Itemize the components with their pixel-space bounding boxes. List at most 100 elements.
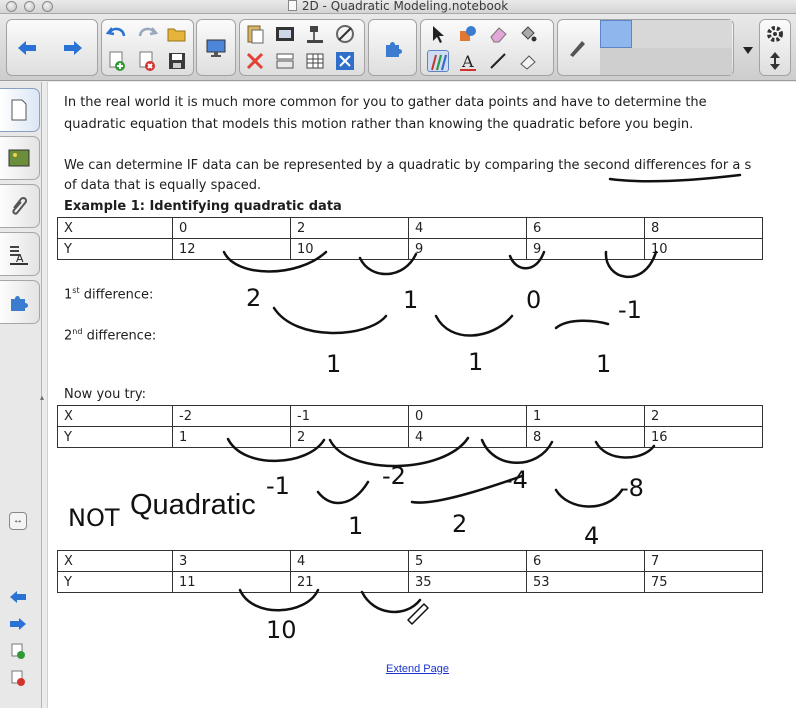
back-arrow-icon[interactable] — [16, 37, 38, 59]
pens-icon[interactable] — [427, 50, 449, 72]
style-swatches[interactable] — [632, 20, 732, 48]
page-sorter-tab[interactable] — [0, 88, 40, 132]
now-you-try-label: Now you try: — [64, 387, 147, 402]
magic-eraser-icon[interactable] — [517, 50, 539, 72]
document-icon — [287, 0, 297, 11]
attachments-tab[interactable] — [0, 184, 40, 228]
handwritten-value: 1 — [403, 286, 418, 314]
table-cell[interactable]: 6 — [526, 217, 645, 239]
document-camera-icon[interactable] — [304, 23, 326, 45]
extend-page-link[interactable]: Extend Page — [386, 663, 449, 675]
table-cell[interactable]: 35 — [408, 571, 527, 593]
addon-tab[interactable] — [0, 280, 40, 324]
screen-capture-icon[interactable] — [274, 23, 296, 45]
gallery-icon — [8, 149, 30, 167]
screen-shade-icon[interactable] — [205, 37, 227, 59]
table-cell[interactable]: 75 — [644, 571, 763, 593]
next-page-icon[interactable] — [9, 615, 27, 633]
table-cell[interactable]: -2 — [172, 405, 291, 427]
table-cell[interactable]: 1 — [172, 426, 291, 448]
table-cell[interactable]: X — [57, 217, 173, 239]
table-cell[interactable]: 10 — [644, 238, 763, 260]
table-row-x: X02468 — [57, 217, 763, 239]
table-cell[interactable]: 2 — [644, 405, 763, 427]
table-cell[interactable]: 8 — [644, 217, 763, 239]
table-cell[interactable]: X — [57, 550, 173, 572]
style-swatch-selected[interactable] — [600, 20, 632, 48]
paste-icon[interactable] — [244, 23, 266, 45]
line-icon[interactable] — [487, 50, 509, 72]
text-icon[interactable]: A — [457, 50, 479, 72]
table-cell[interactable]: 10 — [290, 238, 409, 260]
handwritten-value: 1 — [348, 512, 363, 540]
table-cell[interactable]: 9 — [526, 238, 645, 260]
table-cell[interactable]: Y — [57, 238, 173, 260]
table-practice-1[interactable]: X -2 -1 0 1 2 Y 1 2 4 8 16 — [57, 405, 763, 448]
table-cell[interactable]: Y — [57, 571, 173, 593]
table-cell[interactable]: 11 — [172, 571, 291, 593]
table-cell[interactable]: -1 — [290, 405, 409, 427]
table-cell[interactable]: 1 — [526, 405, 645, 427]
table-icon[interactable] — [304, 50, 326, 72]
previous-page-icon[interactable] — [9, 588, 27, 606]
pen-properties-icon[interactable] — [566, 37, 588, 59]
addon-group — [368, 19, 417, 76]
table-cell[interactable]: 21 — [290, 571, 409, 593]
eraser-icon[interactable] — [487, 23, 509, 45]
table-cell[interactable]: 53 — [526, 571, 645, 593]
table-cell[interactable]: 9 — [408, 238, 527, 260]
auto-hide-toggle[interactable]: ↔ — [9, 512, 27, 530]
t3-diff-arc-1 — [238, 588, 320, 612]
table-cell[interactable]: 4 — [408, 426, 527, 448]
delete-icon[interactable] — [244, 50, 266, 72]
table-cell[interactable]: 8 — [526, 426, 645, 448]
table-cell[interactable]: 6 — [526, 550, 645, 572]
add-page-icon[interactable] — [9, 642, 27, 660]
undo-icon[interactable] — [106, 23, 128, 45]
add-page-icon[interactable] — [106, 50, 128, 72]
table-cell[interactable]: 7 — [644, 550, 763, 572]
collapse-arrow-icon[interactable]: ▴ — [40, 393, 44, 402]
table-cell[interactable]: 4 — [290, 550, 409, 572]
table-cell[interactable]: X — [57, 405, 173, 427]
dropdown-icon[interactable] — [737, 39, 753, 61]
shapes-icon[interactable] — [457, 23, 479, 45]
table-cell[interactable]: 2 — [290, 217, 409, 239]
settings-gear-icon[interactable] — [764, 23, 786, 45]
t1-second-arc-3 — [554, 319, 610, 330]
table-cell[interactable]: 0 — [408, 405, 527, 427]
tools-group — [239, 19, 365, 76]
table-cell[interactable]: 3 — [172, 550, 291, 572]
t3-diff-arc-2 — [360, 590, 422, 614]
table-cell[interactable]: 16 — [644, 426, 763, 448]
table-cell[interactable]: 5 — [408, 550, 527, 572]
move-toolbar-icon[interactable] — [764, 50, 786, 72]
save-icon[interactable] — [166, 50, 188, 72]
show-hide-icon[interactable] — [274, 50, 296, 72]
table-cell[interactable]: 12 — [172, 238, 291, 260]
table-cell[interactable]: 2 — [290, 426, 409, 448]
redo-icon[interactable] — [136, 23, 158, 45]
side-bar: A ↔ — [0, 82, 42, 708]
open-folder-icon[interactable] — [166, 23, 188, 45]
fullscreen-icon[interactable] — [334, 50, 356, 72]
handwritten-value: 1 — [596, 350, 611, 378]
whiteboard-page[interactable]: In the real world it is much more common… — [47, 82, 796, 708]
select-icon[interactable] — [427, 23, 449, 45]
table-cell[interactable]: 0 — [172, 217, 291, 239]
handwritten-value: 10 — [266, 616, 297, 644]
table-example-1[interactable]: X 0 2 4 6 8 Y 12 10 9 9 10 — [57, 217, 763, 260]
addon-icon[interactable] — [382, 37, 404, 59]
fill-icon[interactable] — [517, 23, 539, 45]
table-practice-2[interactable]: X 3 4 5 6 7 Y 11 21 35 53 75 — [57, 550, 763, 593]
properties-tab[interactable]: A — [0, 232, 40, 276]
delete-page-icon[interactable] — [9, 669, 27, 687]
title-bar: 2D - Quadratic Modeling.notebook — [0, 0, 796, 14]
forward-arrow-icon[interactable] — [62, 37, 84, 59]
gallery-tab[interactable] — [0, 136, 40, 180]
table-tools-icon[interactable] — [334, 23, 356, 45]
table-cell[interactable]: 4 — [408, 217, 527, 239]
style-swatches-row2[interactable] — [600, 48, 732, 75]
table-cell[interactable]: Y — [57, 426, 173, 448]
delete-page-icon[interactable] — [136, 50, 158, 72]
